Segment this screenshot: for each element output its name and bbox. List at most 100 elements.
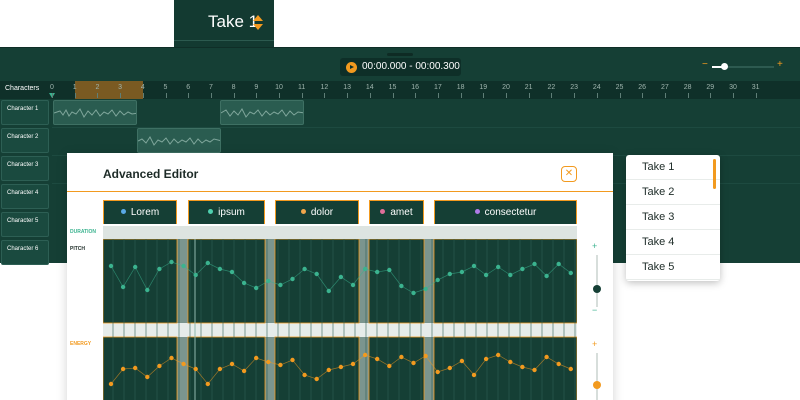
take-selector[interactable]: Take 1 (174, 0, 274, 48)
energy-point[interactable] (447, 365, 452, 371)
pitch-point[interactable] (387, 267, 392, 273)
take-menu-item[interactable]: Take 4 (626, 230, 720, 255)
pitch-point[interactable] (471, 263, 477, 269)
zoom-out-button[interactable]: − (702, 59, 708, 70)
pitch-scale-track[interactable] (596, 255, 598, 307)
word-chip[interactable]: dolor (275, 200, 359, 224)
energy-scale-track[interactable] (596, 353, 598, 400)
energy-point[interactable] (556, 361, 561, 367)
pitch-energy-plot[interactable] (103, 239, 577, 400)
word-chip[interactable]: amet (369, 200, 424, 224)
take-menu-scrollbar[interactable] (713, 159, 716, 189)
energy-point[interactable] (229, 361, 235, 367)
duration-strip[interactable] (103, 226, 577, 239)
energy-point[interactable] (387, 363, 392, 369)
pitch-point[interactable] (338, 274, 344, 280)
pitch-point[interactable] (229, 269, 235, 275)
character-item[interactable]: Character 3 (1, 156, 49, 181)
take-menu-item[interactable]: Take 1 (626, 155, 720, 180)
pitch-point[interactable] (145, 287, 150, 293)
take-menu-item[interactable]: Take 2 (626, 180, 720, 205)
energy-point[interactable] (108, 381, 114, 387)
pitch-point[interactable] (375, 269, 380, 275)
energy-point[interactable] (290, 357, 295, 363)
pitch-point[interactable] (290, 276, 295, 282)
energy-point[interactable] (568, 366, 573, 372)
audio-clip[interactable] (220, 100, 304, 125)
pitch-point[interactable] (302, 266, 307, 272)
pitch-scale-slider[interactable]: + − (592, 241, 601, 321)
pitch-point[interactable] (435, 277, 440, 283)
take-menu-item[interactable]: Take 5 (626, 255, 720, 280)
audio-clip[interactable] (53, 100, 137, 125)
pitch-point[interactable] (254, 285, 259, 291)
panel-grab-handle[interactable] (387, 53, 413, 56)
pitch-point[interactable] (326, 288, 331, 294)
pitch-point[interactable] (133, 264, 138, 270)
pitch-point[interactable] (532, 261, 537, 267)
word-chip[interactable]: ipsum (188, 200, 265, 224)
pitch-point[interactable] (568, 270, 573, 276)
character-item[interactable]: Character 2 (1, 128, 49, 153)
pitch-scale-plus[interactable]: + (592, 241, 597, 251)
energy-point[interactable] (544, 354, 549, 360)
energy-point[interactable] (338, 364, 344, 370)
energy-point[interactable] (133, 365, 138, 371)
pitch-point[interactable] (496, 264, 501, 270)
energy-point[interactable] (471, 372, 477, 378)
pitch-scale-handle[interactable] (593, 285, 601, 293)
energy-point[interactable] (483, 356, 489, 362)
energy-point[interactable] (423, 353, 428, 359)
energy-point[interactable] (520, 364, 525, 370)
pitch-point[interactable] (556, 261, 561, 267)
energy-point[interactable] (375, 356, 380, 362)
take-menu-item[interactable]: Take 3 (626, 205, 720, 230)
pitch-point[interactable] (181, 263, 186, 269)
time-ruler[interactable]: Characters 0 1 2 3 4 5 6 7 8 9 10 11 12 13 14 15 16 17 18 1… (0, 81, 800, 99)
energy-point[interactable] (508, 359, 513, 365)
energy-point[interactable] (399, 354, 404, 360)
energy-point[interactable] (145, 374, 150, 380)
energy-point[interactable] (157, 363, 162, 369)
energy-point[interactable] (169, 355, 174, 361)
energy-point[interactable] (217, 366, 223, 372)
energy-point[interactable] (302, 372, 307, 378)
close-icon[interactable]: ✕ (561, 166, 577, 182)
energy-scale-handle[interactable] (593, 381, 601, 389)
energy-point[interactable] (496, 352, 501, 358)
energy-point[interactable] (278, 362, 283, 368)
play-icon[interactable] (346, 62, 357, 73)
energy-point[interactable] (326, 367, 331, 373)
energy-point[interactable] (241, 368, 247, 374)
energy-scale-slider[interactable]: + (592, 339, 601, 400)
pitch-point[interactable] (447, 271, 452, 277)
pitch-point[interactable] (520, 266, 525, 272)
character-item[interactable]: Character 6 (1, 240, 49, 265)
energy-point[interactable] (120, 366, 126, 372)
pitch-point[interactable] (205, 260, 210, 266)
pitch-point[interactable] (483, 272, 489, 278)
pitch-point[interactable] (544, 273, 549, 279)
pitch-point[interactable] (350, 282, 356, 288)
energy-point[interactable] (350, 361, 356, 367)
energy-point[interactable] (254, 355, 259, 361)
pitch-point[interactable] (108, 263, 114, 269)
word-chip[interactable]: consectetur (434, 200, 577, 224)
ruler-selection[interactable] (75, 81, 143, 99)
pitch-point[interactable] (362, 266, 368, 272)
energy-point[interactable] (314, 376, 319, 382)
word-chip[interactable]: Lorem (103, 200, 177, 224)
pitch-point[interactable] (278, 282, 283, 288)
energy-point[interactable] (532, 367, 537, 373)
character-item[interactable]: Character 4 (1, 184, 49, 209)
audio-clip[interactable] (137, 128, 221, 153)
pitch-point[interactable] (157, 266, 162, 272)
energy-scale-plus[interactable]: + (592, 339, 597, 349)
pitch-point[interactable] (193, 272, 198, 278)
pitch-point[interactable] (459, 269, 465, 275)
zoom-handle[interactable] (721, 63, 729, 70)
pitch-point[interactable] (217, 266, 223, 272)
pitch-point[interactable] (411, 290, 416, 296)
energy-point[interactable] (205, 381, 210, 387)
pitch-point[interactable] (508, 272, 513, 278)
